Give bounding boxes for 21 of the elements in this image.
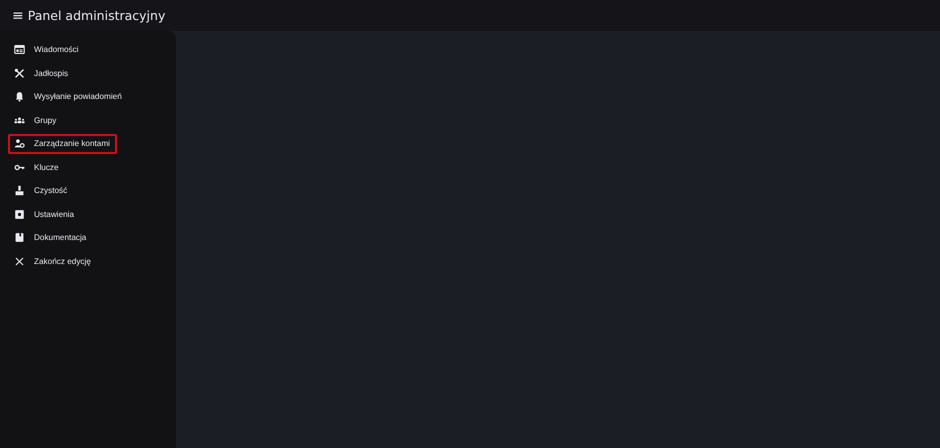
- account-settings-icon: [14, 138, 25, 150]
- sidebar-item[interactable]: Jadłospis: [8, 64, 76, 83]
- sidebar-item[interactable]: Dokumentacja: [8, 228, 94, 248]
- close-icon: [14, 256, 25, 267]
- sidebar-item[interactable]: Zarządzanie kontami: [8, 134, 117, 154]
- cutlery-icon: [14, 68, 25, 79]
- sidebar-item[interactable]: Czystość: [8, 181, 74, 200]
- sidebar-item[interactable]: Grupy: [8, 110, 64, 130]
- broom-icon: [14, 185, 25, 196]
- sidebar-item[interactable]: Ustawienia: [8, 204, 82, 224]
- settings-icon: [14, 208, 25, 220]
- sidebar-item[interactable]: Zakończ edycję: [8, 252, 98, 271]
- app-title: Panel administracyjny: [28, 8, 166, 23]
- group-icon: [14, 114, 25, 126]
- sidebar-item[interactable]: Wiadomości: [8, 40, 86, 60]
- sidebar-item[interactable]: Wysyłanie powiadomień: [8, 87, 129, 106]
- menu-icon[interactable]: ≡: [12, 8, 24, 22]
- book-icon: [14, 232, 25, 244]
- news-icon: [14, 44, 25, 56]
- sidebar-item[interactable]: Klucze: [8, 158, 66, 177]
- bell-icon: [14, 91, 25, 102]
